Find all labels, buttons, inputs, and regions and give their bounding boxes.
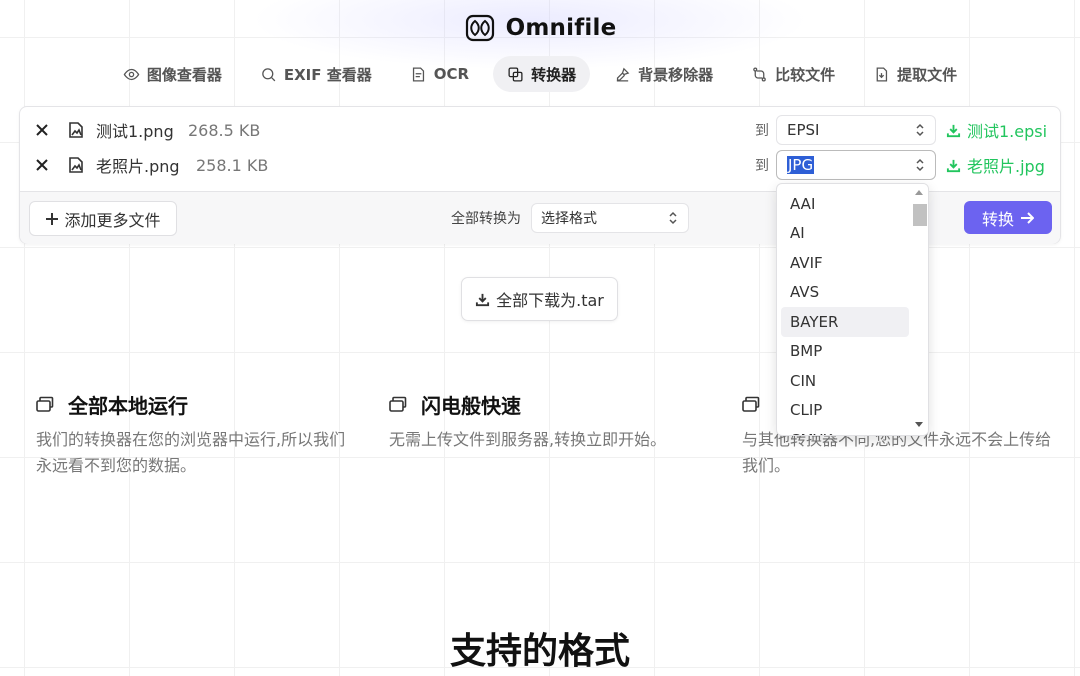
brush-icon [616, 67, 630, 82]
file-size: 258.1 KB [196, 155, 269, 175]
omnifile-logo-icon [465, 14, 494, 42]
convert-button[interactable]: 转换 [964, 201, 1052, 234]
download-file-name: 测试1.epsi [967, 122, 1048, 141]
git-compare-icon [753, 66, 766, 82]
download-all-tar-button[interactable]: 全部下载为.tar [461, 277, 618, 321]
nav-item-label: 背景移除器 [638, 65, 714, 84]
add-more-files-button[interactable]: 添加更多文件 [29, 201, 177, 236]
windows-stack-icon [389, 396, 407, 412]
download-icon [946, 124, 961, 137]
add-more-label: 添加更多文件 [64, 210, 161, 230]
file-size: 268.5 KB [188, 120, 261, 140]
file-row: 老照片.png 258.1 KB 到 JPG 老照片.jpg [20, 148, 1060, 182]
chevron-up-down-icon [915, 158, 925, 172]
document-text-icon [412, 66, 424, 82]
format-option[interactable]: BMP [781, 337, 909, 367]
nav-item-label: 图像查看器 [146, 65, 222, 84]
brand[interactable]: Omnifile [0, 12, 1080, 44]
convert-all-placeholder: 选择格式 [541, 211, 597, 227]
scroll-up-arrow-icon[interactable] [915, 190, 923, 195]
nav-item-compare-files[interactable]: 比较文件 [737, 56, 849, 92]
download-converted-link[interactable]: 老照片.jpg [946, 153, 1045, 177]
selected-format: EPSI [787, 121, 820, 139]
windows-stack-icon [742, 396, 760, 412]
target-format-select[interactable]: JPG [776, 150, 936, 180]
brand-name: Omnifile [505, 15, 617, 41]
nav-item-label: 转换器 [531, 65, 577, 84]
scroll-down-arrow-icon[interactable] [915, 422, 923, 427]
format-dropdown-listbox[interactable]: AAI AI AVIF AVS BAYER BMP CIN CLIP CMYK [776, 183, 929, 436]
remove-file-button[interactable] [34, 122, 50, 138]
nav-item-background-remover[interactable]: 背景移除器 [600, 56, 727, 92]
feature-title: 全部本地运行 [36, 390, 346, 418]
format-option[interactable]: BAYER [781, 307, 909, 337]
convert-icon [508, 66, 523, 82]
feature-title-text: 全部本地运行 [68, 393, 188, 418]
feature-desc: 我们的转换器在您的浏览器中运行,所以我们永远看不到您的数据。 [36, 430, 346, 475]
nav-item-label: OCR [433, 65, 470, 83]
convert-button-label: 转换 [981, 209, 1014, 229]
target-format-select[interactable]: EPSI [776, 115, 936, 145]
supported-formats-title: 支持的格式 [449, 631, 630, 672]
plus-icon [46, 212, 59, 225]
download-icon [476, 293, 490, 306]
scrollbar-thumb[interactable] [913, 204, 927, 226]
format-option[interactable]: AAI [781, 189, 909, 219]
close-icon [36, 159, 48, 171]
feature-desc: 无需上传文件到服务器,转换立即开始。 [389, 430, 667, 449]
to-label: 到 [755, 123, 769, 139]
download-all-label: 全部下载为.tar [496, 291, 604, 310]
feature-title: 闪电般快速 [389, 390, 699, 418]
nav-item-label: EXIF 查看器 [283, 65, 372, 84]
eye-icon [123, 68, 140, 80]
file-name: 测试1.png [96, 122, 174, 141]
file-row: 测试1.png 268.5 KB 到 EPSI 测试1.epsi [20, 113, 1060, 147]
image-file-icon [67, 121, 85, 139]
convert-all-label: 全部转换为 [451, 211, 521, 227]
windows-stack-icon [36, 396, 54, 412]
search-icon [262, 67, 276, 81]
nav-item-label: 比较文件 [775, 65, 836, 84]
feature-fast: 闪电般快速 无需上传文件到服务器,转换立即开始。 [389, 390, 699, 453]
selected-format: JPG [787, 156, 815, 174]
format-options: AAI AI AVIF AVS BAYER BMP CIN CLIP CMYK [781, 189, 909, 435]
download-icon [946, 159, 961, 172]
remove-file-button[interactable] [34, 157, 50, 173]
format-option[interactable]: CIN [781, 366, 909, 396]
convert-all-format-select[interactable]: 选择格式 [531, 203, 689, 233]
format-option[interactable]: CLIP [781, 396, 909, 426]
chevron-up-down-icon [915, 123, 925, 137]
nav-item-exif-viewer[interactable]: EXIF 查看器 [246, 56, 386, 92]
dropdown-scrollbar[interactable] [910, 184, 928, 435]
nav-item-ocr[interactable]: OCR [396, 56, 483, 92]
file-name: 老照片.png [96, 157, 180, 176]
format-option[interactable]: AVS [781, 278, 909, 308]
close-icon [36, 124, 48, 136]
file-extract-icon [876, 66, 888, 82]
main-nav: 图像查看器 EXIF 查看器 OCR 转换器 背景移除器 比较文件 提取文件 [0, 56, 1080, 92]
download-converted-link[interactable]: 测试1.epsi [946, 118, 1047, 142]
nav-item-extract-files[interactable]: 提取文件 [859, 56, 971, 92]
nav-item-image-viewer[interactable]: 图像查看器 [109, 56, 236, 92]
nav-item-label: 提取文件 [897, 65, 958, 84]
feature-title-text: 闪电般快速 [421, 393, 521, 418]
nav-item-converter[interactable]: 转换器 [493, 56, 591, 92]
format-option[interactable]: AI [781, 219, 909, 249]
chevron-up-down-icon [668, 211, 678, 225]
format-option[interactable]: AVIF [781, 248, 909, 278]
image-file-icon [67, 156, 85, 174]
arrow-right-icon [1021, 211, 1034, 224]
to-label: 到 [755, 158, 769, 174]
download-file-name: 老照片.jpg [967, 157, 1045, 176]
format-option[interactable]: CMYK [781, 425, 909, 435]
feature-local: 全部本地运行 我们的转换器在您的浏览器中运行,所以我们永远看不到您的数据。 [36, 390, 346, 479]
